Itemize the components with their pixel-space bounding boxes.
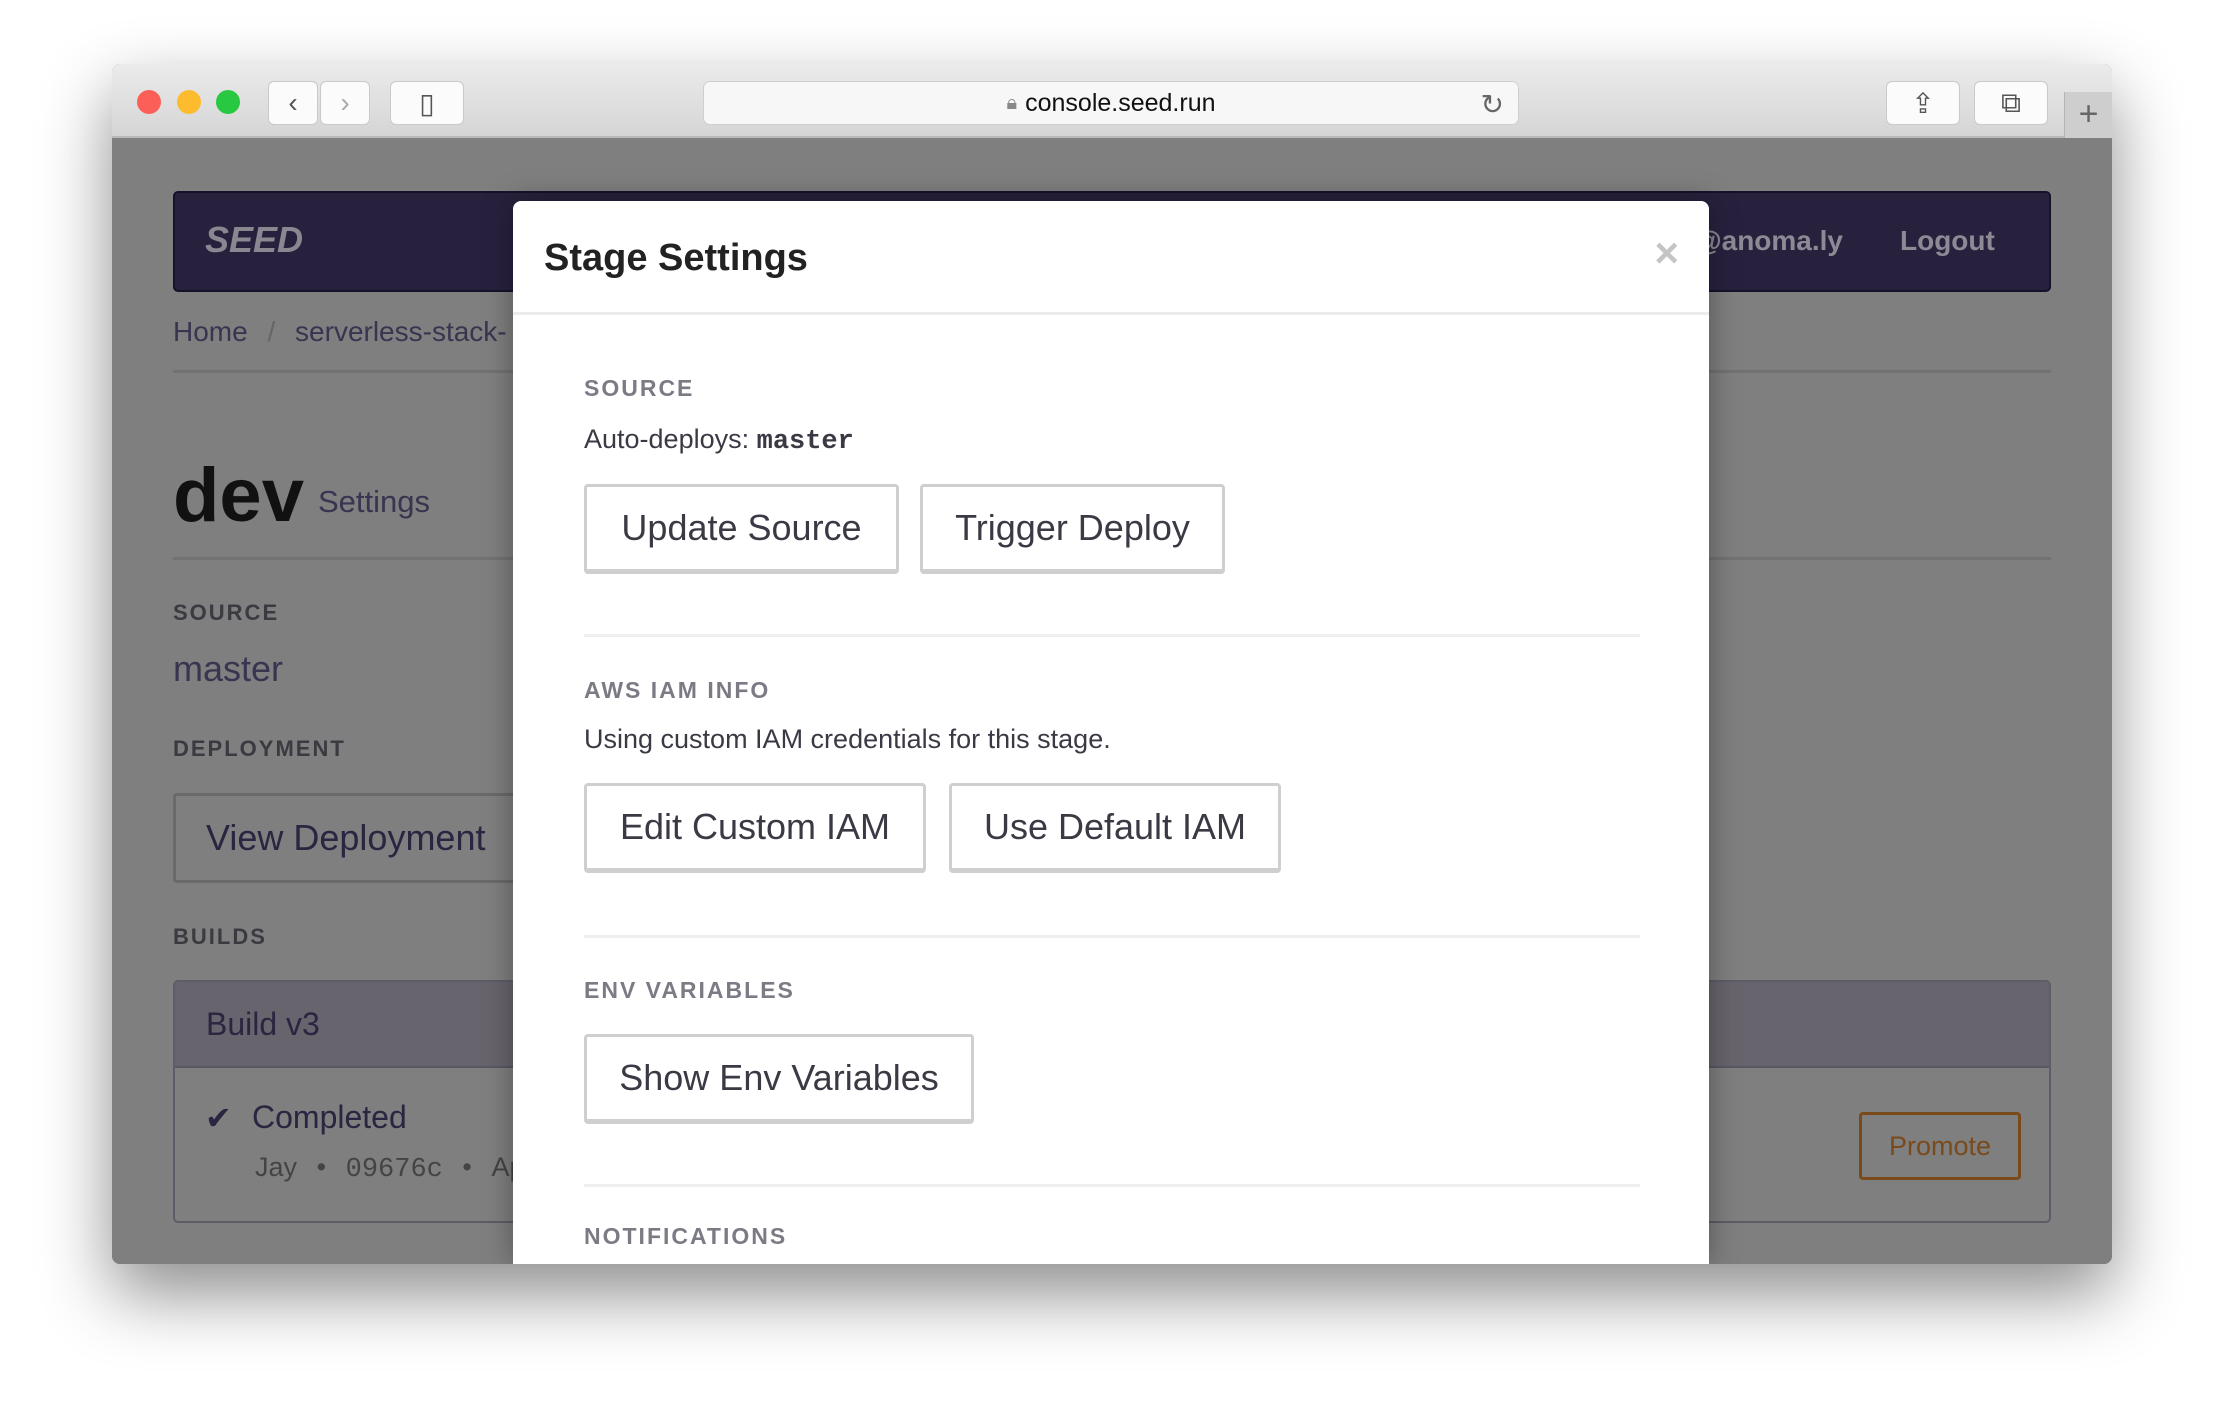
show-env-variables-label: Show Env Variables [619, 1057, 939, 1098]
build-commit[interactable]: 09676c [346, 1155, 443, 1185]
forward-icon[interactable]: › [320, 81, 370, 125]
iam-text: Using custom IAM credentials for this st… [584, 724, 1111, 754]
page-background: SEED @anoma.ly Logout Home / serverless-… [112, 140, 2112, 1264]
breadcrumb: Home / serverless-stack- [173, 316, 507, 348]
edit-custom-iam-label: Edit Custom IAM [619, 806, 891, 847]
trigger-deploy-button[interactable]: Trigger Deploy [920, 484, 1225, 574]
browser-window: ‹ › ▯ 🔒︎ console.seed.run ↻ ⇪ ⧉ + SEED @… [112, 64, 2112, 1264]
close-window-button[interactable] [137, 90, 161, 114]
logout-link[interactable]: Logout [1900, 225, 1995, 257]
modal-title: Stage Settings [544, 237, 808, 279]
use-default-iam-label: Use Default IAM [983, 806, 1247, 847]
iam-section-label: AWS IAM INFO [584, 677, 771, 703]
divider [584, 1184, 1640, 1187]
stage-settings-modal: Stage Settings × SOURCE Auto-deploys: ma… [513, 201, 1709, 1264]
share-icon[interactable]: ⇪ [1886, 81, 1960, 125]
trigger-deploy-label: Trigger Deploy [955, 507, 1190, 548]
minimize-window-button[interactable] [177, 90, 201, 114]
divider [584, 935, 1640, 938]
breadcrumb-home[interactable]: Home [173, 316, 248, 347]
lock-icon: 🔒︎ [1006, 91, 1018, 114]
notifications-section-label: NOTIFICATIONS [584, 1223, 788, 1249]
build-status: Completed [252, 1099, 407, 1135]
maximize-window-button[interactable] [216, 90, 240, 114]
address-bar[interactable]: 🔒︎ console.seed.run ↻ [703, 81, 1519, 125]
tabs-icon[interactable]: ⧉ [1974, 81, 2048, 125]
use-default-iam-button[interactable]: Use Default IAM [949, 783, 1281, 873]
show-env-variables-button[interactable]: Show Env Variables [584, 1034, 974, 1124]
divider [584, 634, 1640, 637]
new-tab-icon[interactable]: + [2064, 92, 2112, 138]
user-link[interactable]: @anoma.ly [1694, 225, 1843, 257]
source-value: master [173, 648, 284, 689]
browser-toolbar: ‹ › ▯ 🔒︎ console.seed.run ↻ ⇪ ⧉ + [112, 64, 2112, 138]
breadcrumb-separator: / [267, 316, 276, 347]
source-label: SOURCE [173, 600, 280, 625]
page-subtitle: Settings [318, 484, 431, 519]
back-icon[interactable]: ‹ [268, 81, 318, 125]
auto-deploys-prefix: Auto-deploys: [584, 424, 750, 454]
edit-custom-iam-button[interactable]: Edit Custom IAM [584, 783, 926, 873]
view-deployment-label: View Deployment [206, 817, 486, 858]
sidebar-icon[interactable]: ▯ [390, 81, 464, 125]
source-section-label: SOURCE [584, 375, 695, 401]
check-icon: ✔ [205, 1100, 232, 1136]
modal-header-divider [513, 312, 1709, 315]
breadcrumb-app[interactable]: serverless-stack- [295, 316, 507, 347]
build-title: Build v3 [206, 1006, 320, 1042]
env-section-label: ENV VARIABLES [584, 977, 795, 1003]
promote-button[interactable]: Promote [1859, 1112, 2021, 1180]
logo[interactable]: SEED [205, 219, 303, 261]
update-source-button[interactable]: Update Source [584, 484, 899, 574]
reload-icon[interactable]: ↻ [1481, 88, 1504, 121]
promote-label: Promote [1888, 1130, 1992, 1161]
build-author: Jay [255, 1152, 298, 1182]
url-text: console.seed.run [1025, 88, 1216, 117]
page-title: dev [173, 453, 304, 538]
auto-deploys-text: Auto-deploys: master [584, 424, 854, 457]
deployment-label: DEPLOYMENT [173, 736, 346, 761]
build-meta: Jay • 09676c • Ap [255, 1152, 525, 1185]
auto-deploys-branch: master [756, 427, 854, 457]
builds-label: BUILDS [173, 924, 267, 949]
close-icon[interactable]: × [1654, 229, 1679, 277]
update-source-label: Update Source [621, 507, 862, 548]
